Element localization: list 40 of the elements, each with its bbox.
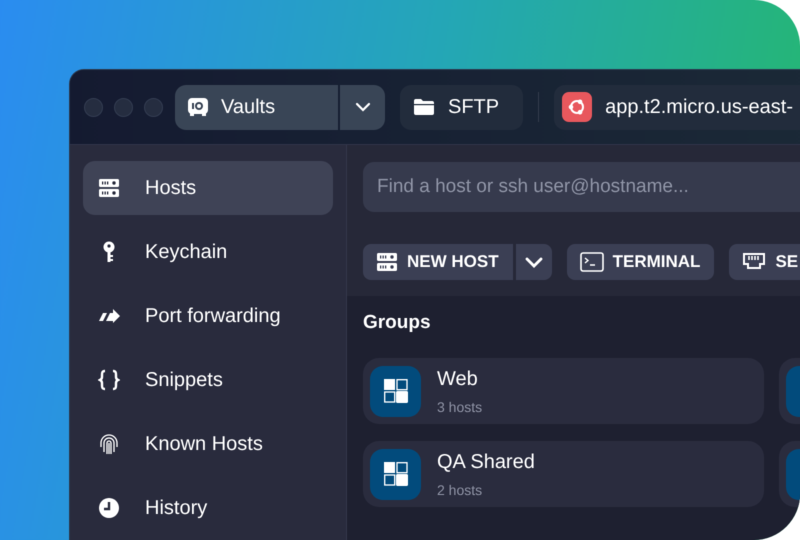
sidebar-item[interactable]: Hosts	[83, 161, 333, 215]
dropdown-button[interactable]	[516, 244, 552, 280]
sidebar-item[interactable]: History	[83, 481, 333, 535]
group-name: QA Shared	[437, 450, 535, 474]
sidebar-item[interactable]: Known Hosts	[83, 417, 333, 471]
chevron-down-icon	[524, 256, 543, 268]
terminal-icon	[580, 252, 604, 272]
host-count: 3 hosts	[437, 398, 482, 414]
ubuntu-logo-icon	[562, 92, 592, 122]
group-icon	[370, 448, 421, 500]
chevron-down-icon	[354, 102, 370, 112]
clock-icon	[98, 497, 120, 519]
tab[interactable]: SFTP	[400, 84, 524, 130]
search-field[interactable]: Find a host or ssh user@hostname...	[363, 162, 800, 212]
group-name: Web	[437, 368, 479, 390]
fingerprint-icon	[98, 433, 120, 455]
toolbar-button[interactable]: TERMINAL	[566, 244, 714, 280]
sidebar-item[interactable]: Snippets	[83, 353, 333, 407]
window-control[interactable]	[144, 98, 163, 116]
server-icon	[376, 251, 398, 273]
new-host-button[interactable]: NEW HOST	[363, 244, 513, 280]
sidebar-item[interactable]: Port forwarding	[83, 289, 333, 343]
group-icon	[370, 366, 421, 416]
vault-icon	[187, 97, 209, 117]
toolbar-button[interactable]: SE	[729, 244, 800, 280]
vault-dropdown-button[interactable]	[340, 84, 385, 130]
window-control[interactable]	[114, 98, 133, 116]
host-count: 2 hosts	[437, 482, 484, 498]
sidebar-item[interactable]: Keychain	[83, 225, 333, 279]
forward-arrow-icon	[98, 307, 120, 325]
group-card[interactable]: QA Shared 2 hosts	[363, 441, 764, 507]
section-heading: Groups	[363, 312, 431, 334]
folder-icon	[413, 98, 435, 116]
group-card[interactable]: Web 3 hosts	[363, 358, 764, 424]
tab[interactable]: app.t2.micro.us-east-	[554, 84, 800, 130]
window-control[interactable]	[84, 98, 103, 116]
ethernet-port-icon	[742, 252, 766, 272]
vaults-button[interactable]: Vaults	[175, 84, 338, 130]
server-icon	[98, 177, 120, 199]
braces-icon	[98, 369, 120, 391]
